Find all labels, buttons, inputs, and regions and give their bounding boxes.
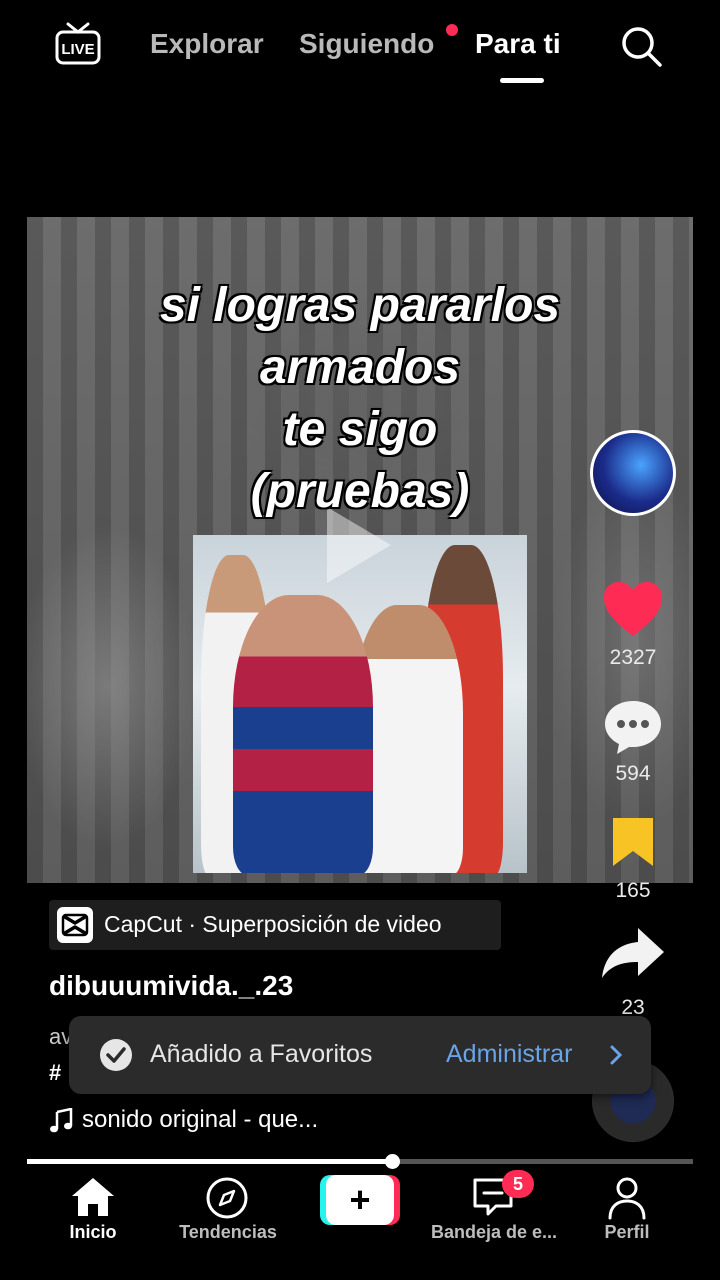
video-player[interactable]: si logras pararlos armados te sigo (prue… [27, 217, 693, 883]
post-hashtags[interactable]: # [49, 1060, 61, 1086]
create-plus-label: + [349, 1179, 370, 1220]
video-progress-fill [27, 1159, 393, 1164]
inset-image-players [193, 535, 527, 873]
heart-icon[interactable] [602, 580, 664, 638]
nav-profile-label[interactable]: Perfil [587, 1222, 667, 1243]
video-progress-handle[interactable] [385, 1154, 400, 1169]
svg-text:LIVE: LIVE [61, 41, 94, 58]
toast-message: Añadido a Favoritos [150, 1040, 373, 1068]
active-tab-indicator [500, 78, 544, 83]
compass-icon[interactable] [205, 1176, 249, 1220]
creator-username[interactable]: dibuuumivida._.23 [49, 970, 293, 1002]
caption-line: te sigo [282, 403, 438, 456]
notification-dot [446, 24, 458, 36]
music-note-icon [50, 1108, 73, 1133]
search-icon[interactable] [619, 24, 663, 68]
create-button[interactable]: + [320, 1175, 400, 1225]
like-count: 2327 [609, 646, 657, 669]
nav-inbox-label[interactable]: Bandeja de e... [424, 1222, 564, 1243]
check-circle-icon [100, 1039, 132, 1071]
inbox-badge: 5 [502, 1170, 534, 1198]
bookmark-icon[interactable] [609, 815, 657, 869]
capcut-icon [57, 907, 93, 943]
comment-icon[interactable] [602, 698, 664, 756]
caption-line: si logras pararlos [159, 279, 561, 332]
chevron-right-icon[interactable] [608, 1044, 624, 1066]
profile-icon[interactable] [607, 1176, 647, 1220]
tab-explorar[interactable]: Explorar [150, 28, 264, 60]
capcut-label: CapCut · Superposición de video [104, 911, 442, 937]
live-tv-icon[interactable]: LIVE [54, 22, 102, 66]
nav-home-label[interactable]: Inicio [43, 1222, 143, 1243]
caption-line: armados [259, 341, 461, 394]
home-icon[interactable] [70, 1176, 116, 1218]
toast-manage-link[interactable]: Administrar [446, 1040, 572, 1069]
share-arrow-icon[interactable] [600, 926, 666, 980]
favorite-count: 165 [615, 879, 651, 902]
creator-avatar[interactable] [590, 430, 676, 516]
tab-siguiendo[interactable]: Siguiendo [299, 28, 434, 60]
tab-para-ti[interactable]: Para ti [475, 28, 561, 60]
comment-count: 594 [615, 762, 651, 785]
nav-trends-label[interactable]: Tendencias [164, 1222, 292, 1243]
sound-name[interactable]: sonido original - que... [82, 1106, 318, 1134]
